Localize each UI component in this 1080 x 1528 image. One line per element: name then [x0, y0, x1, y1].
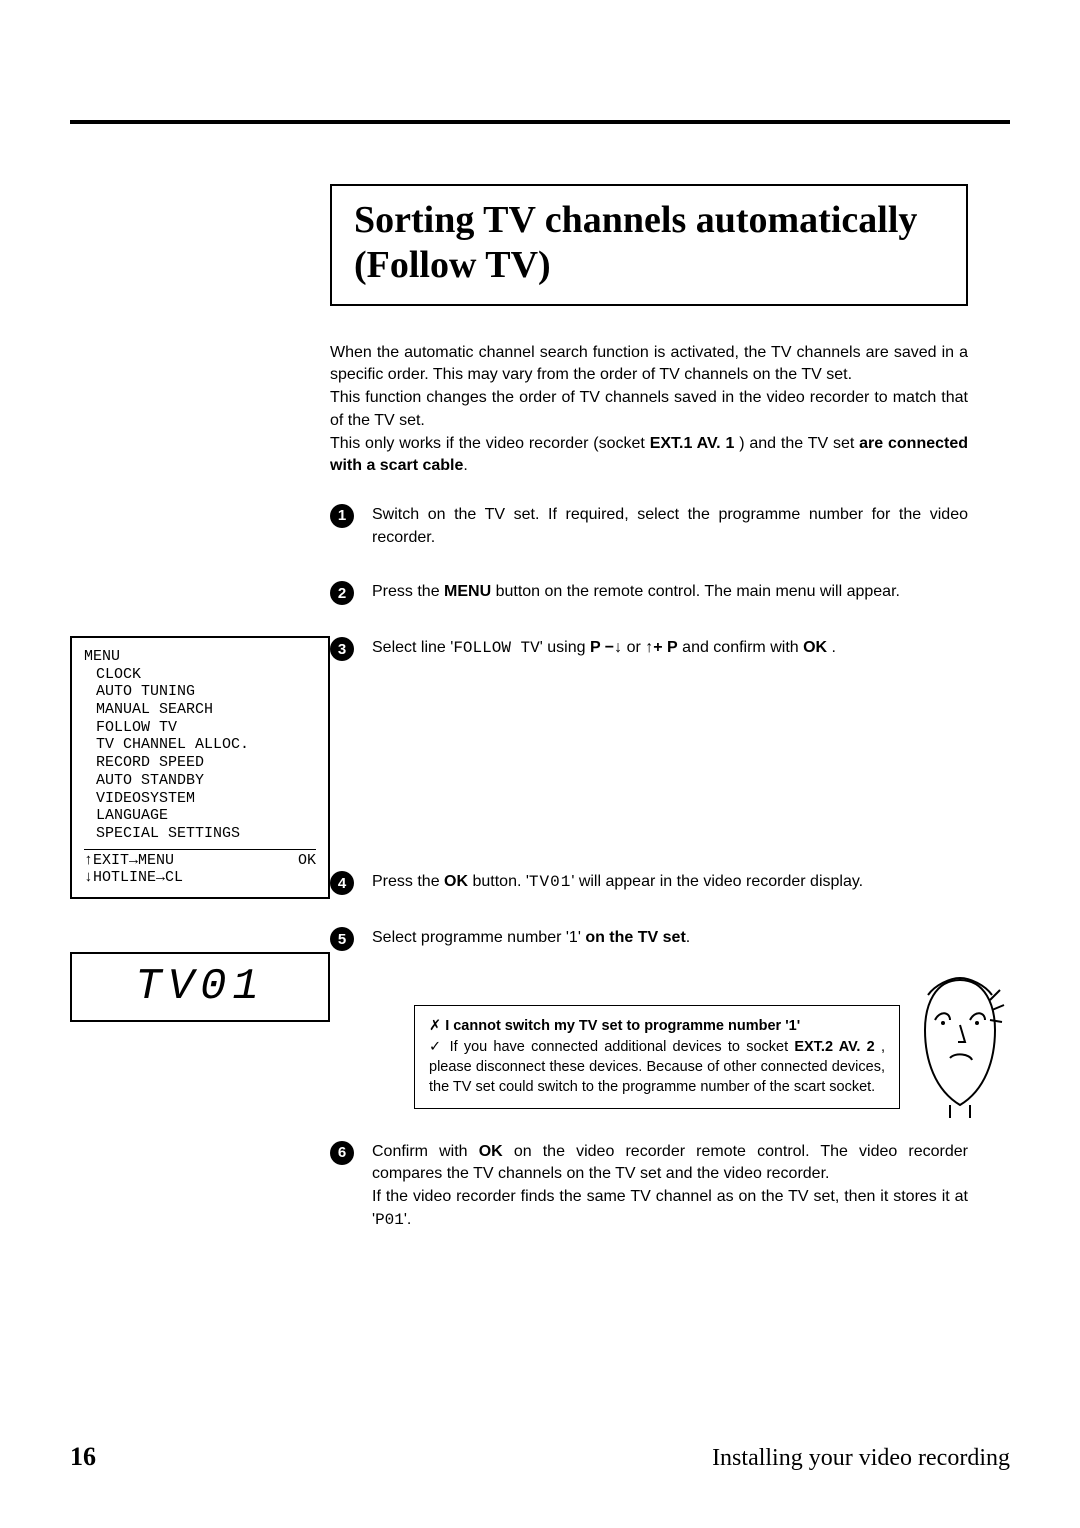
osd-menu-item: VIDEOSYSTEM	[96, 790, 316, 808]
osd-menu-item: FOLLOW TV	[96, 719, 316, 737]
top-rule	[70, 120, 1010, 124]
intro-p1: When the automatic channel search functi…	[330, 342, 968, 387]
osd-menu-item: SPECIAL SETTINGS	[96, 825, 316, 843]
steps: 1 Switch on the TV set. If required, sel…	[330, 504, 968, 1232]
osd-menu-item: RECORD SPEED	[96, 754, 316, 772]
step-1: 1 Switch on the TV set. If required, sel…	[330, 504, 968, 549]
osd-menu-item: LANGUAGE	[96, 807, 316, 825]
page-number: 16	[70, 1442, 96, 1472]
osd-menu: MENU CLOCK AUTO TUNING MANUAL SEARCH FOL…	[70, 636, 330, 899]
step-5: 5 Select programme number '1' on the TV …	[330, 927, 968, 951]
intro-p3: This only works if the video recorder (s…	[330, 433, 968, 478]
intro-p2: This function changes the order of TV ch…	[330, 387, 968, 432]
osd-menu-item: MANUAL SEARCH	[96, 701, 316, 719]
recorder-display: TV01	[70, 952, 330, 1022]
step-number-3: 3	[330, 637, 372, 661]
step-5-text: Select programme number '1' on the TV se…	[372, 927, 968, 950]
step-3: 3 Select line 'FOLLOW TV' using P −↓ or …	[330, 637, 968, 661]
osd-menu-footer: ↑EXIT→MENU OK	[84, 849, 316, 870]
note-title-line: ✗ I cannot switch my TV set to programme…	[429, 1016, 885, 1036]
step-number-2: 2	[330, 581, 372, 605]
intro-text: When the automatic channel search functi…	[330, 342, 968, 478]
step-2-text: Press the MENU button on the remote cont…	[372, 581, 968, 604]
osd-menu-item: AUTO TUNING	[96, 683, 316, 701]
title-box: Sorting TV channels automatically (Follo…	[330, 184, 968, 306]
step-6: 6 Confirm with OK on the video recorder …	[330, 1141, 968, 1232]
step-number-1: 1	[330, 504, 372, 528]
osd-menu-item: CLOCK	[96, 666, 316, 684]
page-title: Sorting TV channels automatically (Follo…	[354, 198, 944, 288]
step-4: 4 Press the OK button. 'TV01' will appea…	[330, 871, 968, 895]
osd-menu-item: TV CHANNEL ALLOC.	[96, 736, 316, 754]
step-6-text: Confirm with OK on the video recorder re…	[372, 1141, 968, 1232]
step-2: 2 Press the MENU button on the remote co…	[330, 581, 968, 605]
osd-menu-title: MENU	[84, 648, 316, 666]
section-label: Installing your video recording	[712, 1445, 1010, 1472]
note-body: ✓ If you have connected additional devic…	[429, 1037, 885, 1098]
step-3-text: Select line 'FOLLOW TV' using P −↓ or ↑+…	[372, 637, 968, 660]
osd-menu-item: AUTO STANDBY	[96, 772, 316, 790]
step-number-5: 5	[330, 927, 372, 951]
confused-face-icon	[910, 970, 1010, 1120]
note-row: ✗ I cannot switch my TV set to programme…	[330, 1005, 968, 1108]
step-4-text: Press the OK button. 'TV01' will appear …	[372, 871, 968, 894]
page: Sorting TV channels automatically (Follo…	[0, 0, 1080, 1528]
step-number-6: 6	[330, 1141, 372, 1165]
step-number-4: 4	[330, 871, 372, 895]
osd-menu-footer-2: ↓HOTLINE→CL	[84, 869, 316, 887]
step-1-text: Switch on the TV set. If required, selec…	[372, 504, 968, 549]
page-footer: 16 Installing your video recording	[70, 1442, 1010, 1472]
troubleshoot-note: ✗ I cannot switch my TV set to programme…	[414, 1005, 900, 1108]
